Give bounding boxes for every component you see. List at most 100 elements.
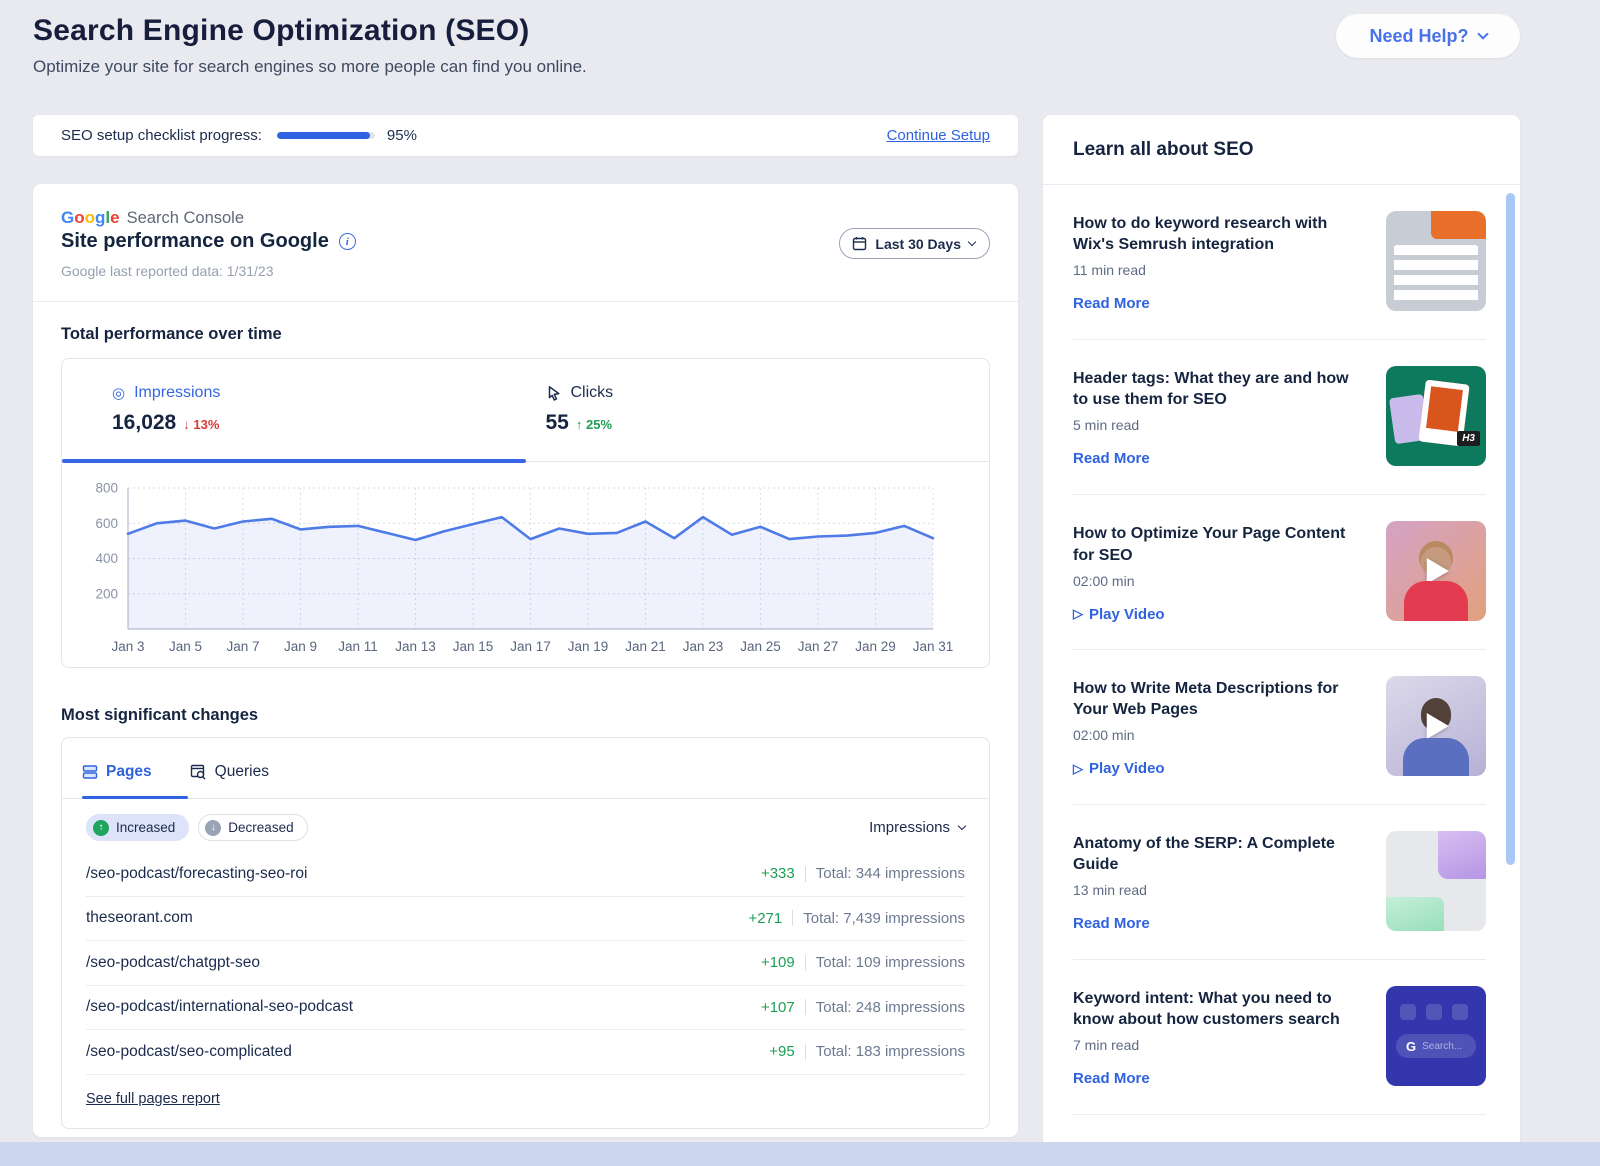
change-value: +107 [761, 999, 795, 1016]
divider [805, 866, 806, 882]
article-action-link[interactable]: ▷ Play Video [1073, 760, 1165, 777]
filter-increased-label: Increased [116, 820, 175, 835]
list-item: How to Write Meta Descriptions for Your … [1073, 650, 1486, 805]
article-title: How to Write Meta Descriptions for Your … [1073, 678, 1368, 720]
page-subtitle: Optimize your site for search engines so… [33, 57, 587, 77]
list-item: How to Optimize Your Page Content for SE… [1073, 495, 1486, 650]
article-action-link[interactable]: ▷ Play Video [1073, 606, 1165, 623]
divider [805, 1044, 806, 1060]
learn-panel-title: Learn all about SEO [1043, 115, 1520, 185]
thumbnail-badge: H3 [1457, 431, 1480, 446]
changes-section-title: Most significant changes [61, 706, 258, 725]
scrollbar[interactable] [1506, 193, 1515, 865]
svg-text:800: 800 [95, 481, 118, 496]
article-thumbnail[interactable]: GSearch... [1386, 986, 1486, 1086]
page-path[interactable]: /seo-podcast/international-seo-podcast [86, 998, 353, 1016]
continue-setup-link[interactable]: Continue Setup [887, 127, 990, 144]
clicks-value: 55 [546, 411, 569, 435]
article-action-label: Read More [1073, 1070, 1150, 1087]
page-path[interactable]: /seo-podcast/forecasting-seo-roi [86, 865, 307, 883]
page-path[interactable]: theseorant.com [86, 909, 193, 927]
impressions-label: Impressions [134, 384, 220, 402]
list-item: Anatomy of the SERP: A Complete Guide 13… [1073, 805, 1486, 960]
page-bottom-band [0, 1142, 1600, 1166]
svg-text:Jan 25: Jan 25 [740, 639, 781, 654]
total-impressions: Total: 344 impressions [816, 865, 965, 882]
article-action-link[interactable]: ▷ Read More [1073, 915, 1150, 932]
article-thumbnail[interactable]: H3 [1386, 366, 1486, 466]
table-row: /seo-podcast/seo-complicated +95 Total: … [86, 1030, 965, 1075]
article-title: How to Optimize Your Page Content for SE… [1073, 523, 1368, 565]
active-tab-underline [82, 796, 188, 799]
article-title: Keyword intent: What you need to know ab… [1073, 988, 1368, 1030]
performance-chart: 200400600800Jan 3Jan 5Jan 7Jan 9Jan 11Ja… [62, 463, 989, 669]
change-value: +271 [748, 910, 782, 927]
impressions-icon: ◎ [112, 386, 125, 401]
svg-text:Jan 15: Jan 15 [453, 639, 494, 654]
filter-decreased[interactable]: ↓ Decreased [198, 814, 307, 841]
article-thumbnail[interactable] [1386, 211, 1486, 311]
svg-text:Jan 21: Jan 21 [625, 639, 666, 654]
filter-increased[interactable]: ↑ Increased [86, 814, 189, 841]
article-meta: 02:00 min [1073, 727, 1368, 743]
page-title: Search Engine Optimization (SEO) [33, 14, 587, 48]
article-thumbnail[interactable] [1386, 676, 1486, 776]
google-logo-word: Google [61, 208, 120, 228]
svg-text:Jan 13: Jan 13 [395, 639, 436, 654]
article-thumbnail[interactable] [1386, 521, 1486, 621]
performance-section-title: Total performance over time [61, 325, 282, 344]
google-search-console-logo: Google Search Console [61, 208, 244, 228]
pages-icon [82, 764, 98, 780]
divider [33, 301, 1018, 302]
full-report-link[interactable]: See full pages report [86, 1091, 220, 1107]
metric-dropdown-label: Impressions [869, 819, 950, 836]
checklist-progress-card: SEO setup checklist progress: 95% Contin… [33, 115, 1018, 156]
arrow-up-icon: ↑ [576, 417, 583, 432]
active-tab-indicator [62, 458, 989, 463]
page-path[interactable]: /seo-podcast/seo-complicated [86, 1043, 292, 1061]
tab-clicks[interactable]: Clicks 55 ↑ 25% [526, 359, 990, 458]
article-action-label: Read More [1073, 450, 1150, 467]
tab-impressions[interactable]: ◎ Impressions 16,028 ↓ 13% [62, 359, 526, 458]
tab-queries[interactable]: Queries [190, 763, 269, 781]
chevron-down-icon [1477, 28, 1488, 39]
play-button-icon[interactable] [1427, 713, 1449, 739]
need-help-button[interactable]: Need Help? [1336, 14, 1520, 58]
article-action-link[interactable]: ▷ Read More [1073, 1070, 1150, 1087]
tab-pages-label: Pages [106, 763, 152, 781]
card-title: Site performance on Google [61, 230, 329, 253]
performance-panel: ◎ Impressions 16,028 ↓ 13% Clicks 55 [61, 358, 990, 668]
total-impressions: Total: 7,439 impressions [803, 910, 965, 927]
svg-text:Jan 5: Jan 5 [169, 639, 202, 654]
table-row: /seo-podcast/international-seo-podcast +… [86, 986, 965, 1031]
calendar-icon [852, 236, 867, 251]
article-thumbnail[interactable] [1386, 831, 1486, 931]
table-row: /seo-podcast/forecasting-seo-roi +333 To… [86, 852, 965, 897]
divider [805, 955, 806, 971]
svg-text:Jan 27: Jan 27 [798, 639, 839, 654]
change-value: +95 [769, 1043, 794, 1060]
date-range-dropdown[interactable]: Last 30 Days [839, 228, 990, 259]
changes-table: Pages Queries ↑ Increased ↓ Dec [61, 737, 990, 1129]
decrease-icon: ↓ [205, 820, 221, 836]
play-button-icon[interactable] [1427, 558, 1449, 584]
article-action-link[interactable]: ▷ Read More [1073, 295, 1150, 312]
site-title-row: Site performance on Google i [61, 230, 356, 253]
svg-text:Jan 7: Jan 7 [226, 639, 259, 654]
info-icon[interactable]: i [339, 233, 356, 250]
change-value: +109 [761, 954, 795, 971]
play-icon: ▷ [1073, 761, 1083, 777]
svg-text:200: 200 [95, 586, 118, 601]
progress-percent: 95% [387, 127, 417, 144]
divider [792, 910, 793, 926]
article-action-link[interactable]: ▷ Read More [1073, 450, 1150, 467]
metric-dropdown[interactable]: Impressions [869, 819, 965, 836]
article-meta: 13 min read [1073, 882, 1368, 898]
page-path[interactable]: /seo-podcast/chatgpt-seo [86, 954, 260, 972]
arrow-down-icon: ↓ [183, 417, 190, 432]
article-title: How to do keyword research with Wix's Se… [1073, 213, 1368, 255]
article-meta: 02:00 min [1073, 573, 1368, 589]
divider [62, 798, 989, 799]
article-meta: 7 min read [1073, 1037, 1368, 1053]
tab-pages[interactable]: Pages [82, 763, 152, 781]
